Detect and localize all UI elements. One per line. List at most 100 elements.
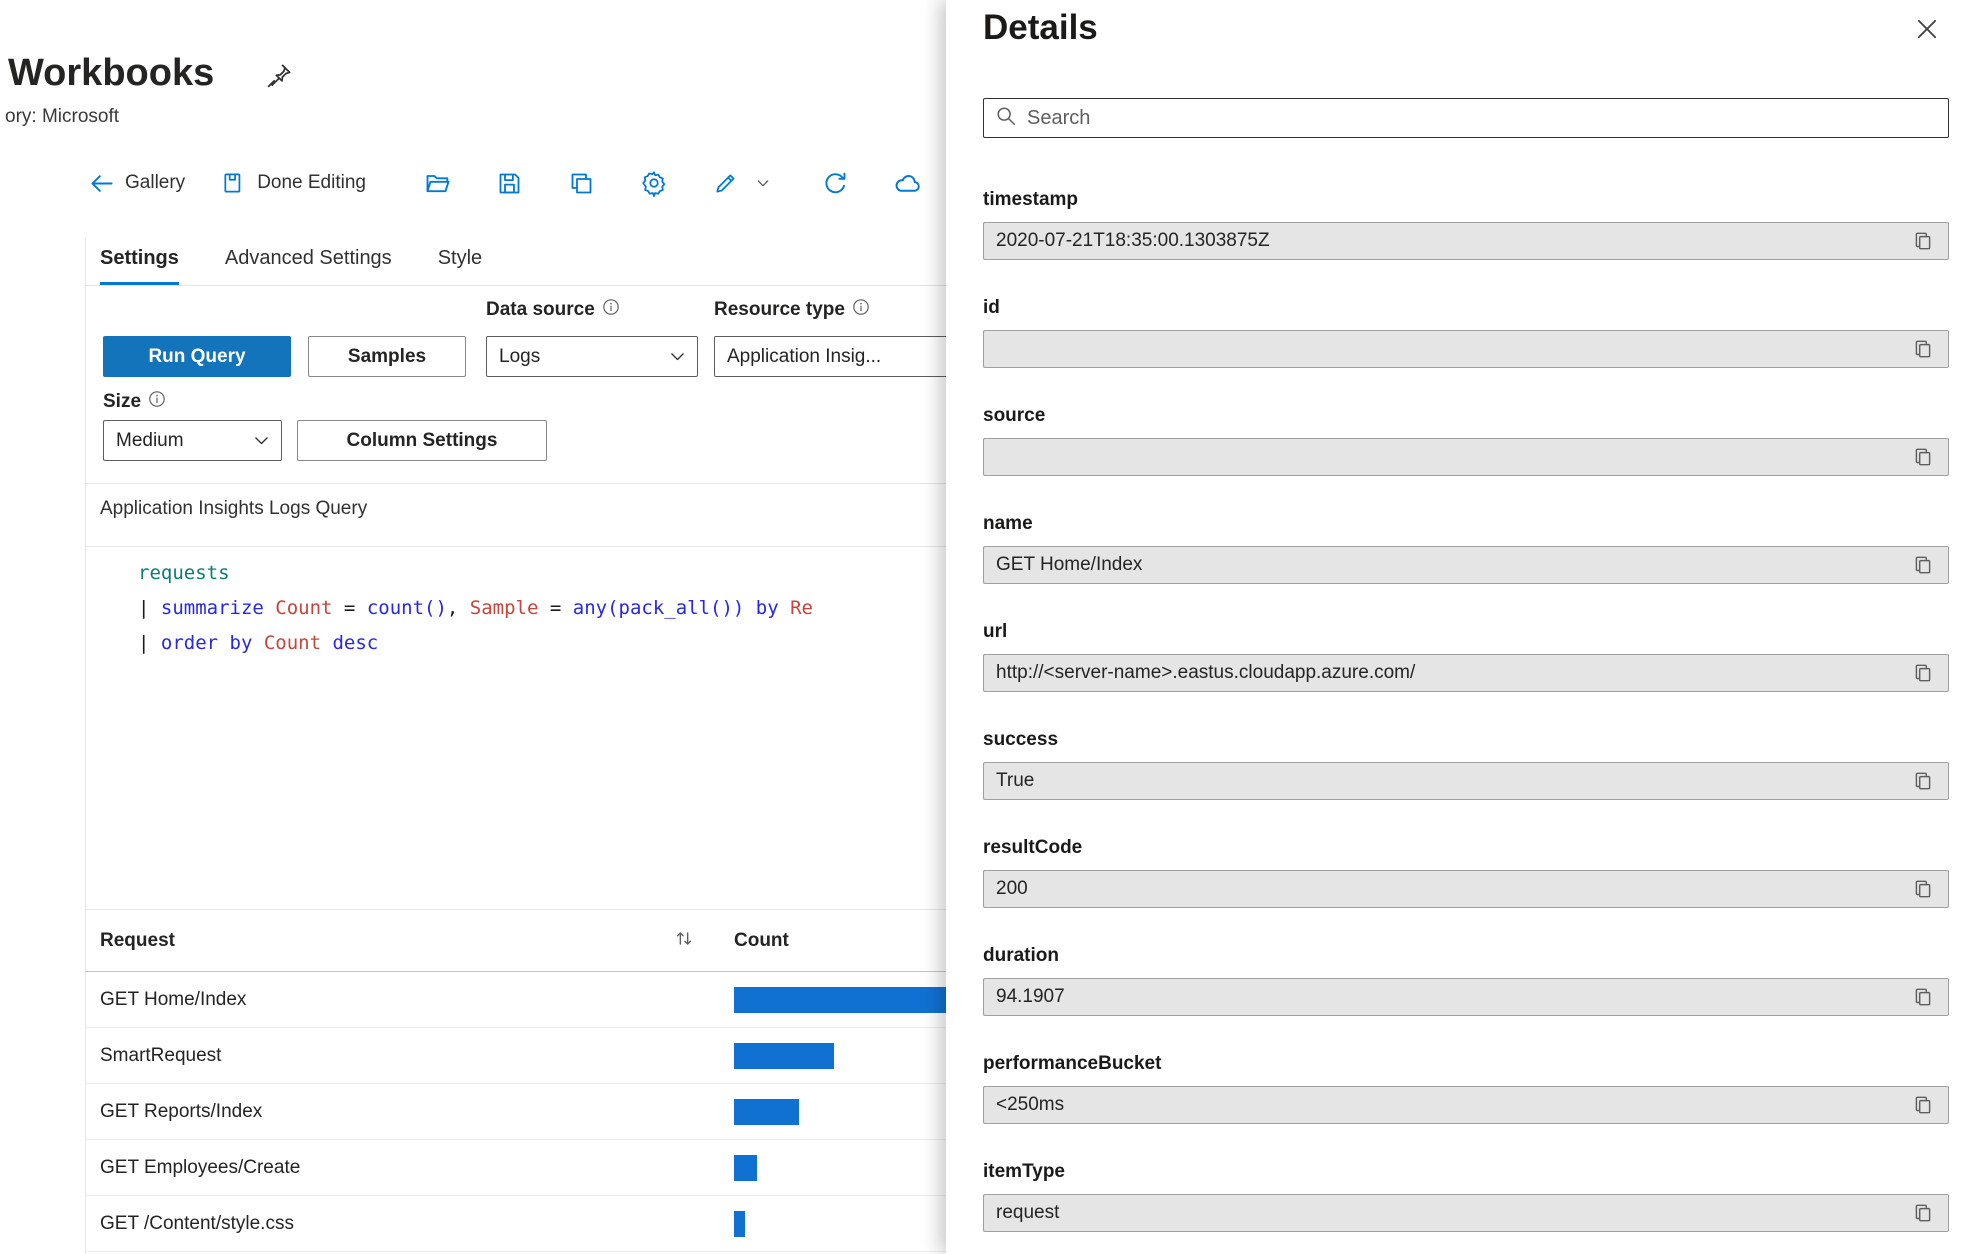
- field-label: url: [983, 620, 1949, 644]
- count-column-header[interactable]: Count: [734, 930, 789, 952]
- field-label: itemType: [983, 1160, 1949, 1184]
- save-icon: [496, 170, 523, 197]
- copy-icon: [568, 170, 595, 197]
- sort-icon[interactable]: [673, 927, 695, 954]
- detail-field: timestamp 2020-07-21T18:35:00.1303875Z: [983, 188, 1949, 260]
- details-panel-title: Details: [983, 8, 1098, 48]
- field-label: name: [983, 512, 1949, 536]
- search-icon: [995, 105, 1017, 132]
- pin-icon: [265, 77, 293, 94]
- run-query-button[interactable]: Run Query: [103, 336, 291, 377]
- tab-settings[interactable]: Settings: [100, 247, 179, 285]
- info-icon: [148, 390, 166, 414]
- count-bar: [734, 1211, 745, 1237]
- detail-field: url http://<server-name>.eastus.cloudapp…: [983, 620, 1949, 692]
- copy-button[interactable]: [1912, 662, 1934, 684]
- count-bar: [734, 1043, 834, 1069]
- data-source-label: Data source: [486, 298, 620, 322]
- resource-type-label: Resource type: [714, 298, 870, 322]
- detail-field: source: [983, 404, 1949, 476]
- details-fields: timestamp 2020-07-21T18:35:00.1303875Z i…: [983, 188, 1949, 1232]
- chevron-down-icon: [254, 430, 269, 452]
- gear-icon: [640, 169, 668, 197]
- copy-button[interactable]: [1912, 230, 1934, 252]
- tab-style[interactable]: Style: [438, 247, 482, 285]
- info-icon: [602, 298, 620, 322]
- samples-button[interactable]: Samples: [308, 336, 466, 377]
- field-value[interactable]: 2020-07-21T18:35:00.1303875Z: [983, 222, 1949, 260]
- detail-field: id: [983, 296, 1949, 368]
- done-editing-button[interactable]: Done Editing: [221, 170, 366, 196]
- folder-icon: [424, 169, 452, 197]
- save-as-button[interactable]: [568, 169, 596, 197]
- close-icon: [1914, 29, 1940, 46]
- copy-button[interactable]: [1912, 554, 1934, 576]
- edit-menu-button[interactable]: [754, 169, 772, 197]
- close-button[interactable]: [1914, 16, 1944, 46]
- page-title: Workbooks: [8, 52, 214, 95]
- request-cell: GET Home/Index: [100, 989, 246, 1011]
- detail-field: performanceBucket <250ms: [983, 1052, 1949, 1124]
- settings-button[interactable]: [640, 169, 668, 197]
- field-value-text: <250ms: [996, 1094, 1912, 1116]
- field-label: performanceBucket: [983, 1052, 1949, 1076]
- field-label: timestamp: [983, 188, 1949, 212]
- field-value[interactable]: http://<server-name>.eastus.cloudapp.azu…: [983, 654, 1949, 692]
- gallery-button[interactable]: Gallery: [88, 170, 185, 197]
- pencil-icon: [713, 170, 739, 196]
- detail-field: resultCode 200: [983, 836, 1949, 908]
- field-label: source: [983, 404, 1949, 428]
- kql-query-editor[interactable]: requests| summarize Count = count(), Sam…: [138, 556, 813, 661]
- copy-button[interactable]: [1912, 338, 1934, 360]
- field-value[interactable]: <250ms: [983, 1086, 1949, 1124]
- size-label: Size: [103, 390, 166, 414]
- field-label: success: [983, 728, 1949, 752]
- copy-button[interactable]: [1912, 1094, 1934, 1116]
- share-button[interactable]: [894, 169, 922, 197]
- detail-field: name GET Home/Index: [983, 512, 1949, 584]
- details-search: [983, 98, 1949, 138]
- field-value[interactable]: [983, 438, 1949, 476]
- done-editing-label: Done Editing: [257, 172, 366, 194]
- tab-advanced-settings[interactable]: Advanced Settings: [225, 247, 392, 285]
- detail-field: duration 94.1907: [983, 944, 1949, 1016]
- copy-button[interactable]: [1912, 446, 1934, 468]
- copy-button[interactable]: [1912, 878, 1934, 900]
- detail-field: success True: [983, 728, 1949, 800]
- request-cell: GET Reports/Index: [100, 1101, 262, 1123]
- chevron-down-icon: [755, 175, 771, 191]
- copy-button[interactable]: [1912, 770, 1934, 792]
- field-label: resultCode: [983, 836, 1949, 860]
- pin-button[interactable]: [265, 62, 295, 92]
- data-source-dropdown[interactable]: Logs: [486, 336, 698, 377]
- field-value-text: 2020-07-21T18:35:00.1303875Z: [996, 230, 1912, 252]
- refresh-button[interactable]: [822, 169, 850, 197]
- field-value-text: http://<server-name>.eastus.cloudapp.azu…: [996, 662, 1912, 684]
- search-input[interactable]: [1027, 107, 1937, 130]
- copy-button[interactable]: [1912, 986, 1934, 1008]
- field-value[interactable]: 94.1907: [983, 978, 1949, 1016]
- edit-button[interactable]: [712, 169, 740, 197]
- details-panel: Details timestamp 2020-07-21T18:35:00.13…: [946, 0, 1964, 1254]
- save-button[interactable]: [496, 169, 524, 197]
- field-value[interactable]: request: [983, 1194, 1949, 1232]
- field-value[interactable]: GET Home/Index: [983, 546, 1949, 584]
- gallery-label: Gallery: [125, 172, 185, 194]
- size-dropdown[interactable]: Medium: [103, 420, 282, 461]
- column-settings-button[interactable]: Column Settings: [297, 420, 547, 461]
- request-cell: SmartRequest: [100, 1045, 221, 1067]
- copy-button[interactable]: [1912, 1202, 1934, 1224]
- request-column-header[interactable]: Request: [100, 930, 175, 952]
- cloud-icon: [893, 169, 922, 198]
- field-value[interactable]: [983, 330, 1949, 368]
- field-value[interactable]: True: [983, 762, 1949, 800]
- done-editing-icon: [221, 170, 247, 196]
- request-cell: GET /Content/style.css: [100, 1213, 294, 1235]
- field-label: duration: [983, 944, 1949, 968]
- field-value-text: 200: [996, 878, 1912, 900]
- gallery-category: ory: Microsoft: [5, 106, 119, 128]
- detail-field: itemType request: [983, 1160, 1949, 1232]
- chevron-down-icon: [670, 346, 685, 368]
- open-button[interactable]: [424, 169, 452, 197]
- field-value[interactable]: 200: [983, 870, 1949, 908]
